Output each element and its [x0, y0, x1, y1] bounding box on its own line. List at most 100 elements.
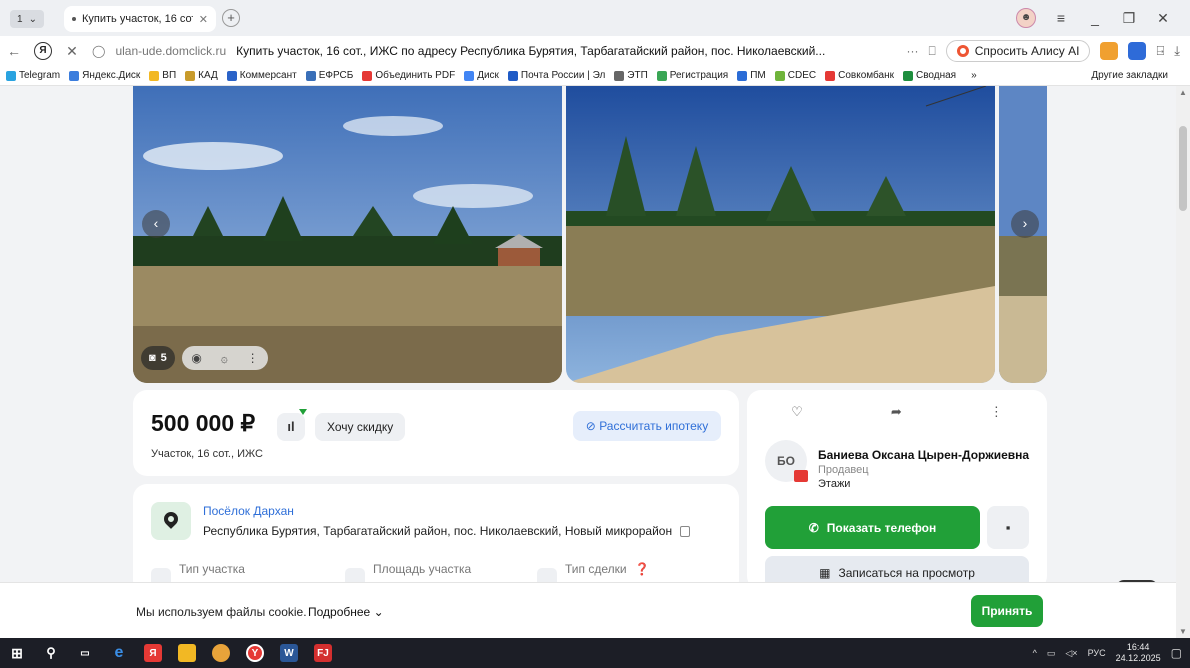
edge-icon[interactable]: e	[110, 644, 128, 662]
bookmark-favicon-icon	[464, 70, 475, 81]
show-phone-button[interactable]: ✆ Показать телефон	[765, 506, 980, 549]
param-deal-type: Тип сделки ❓	[537, 562, 650, 582]
tab-counter[interactable]: 1 ⌄	[10, 10, 44, 28]
windows-start-icon[interactable]: ⊞	[8, 644, 26, 662]
system-tray: ^ ▭ ◁× РУС 16:44 24.12.2025 ▢	[1033, 638, 1182, 668]
listing-photo[interactable]	[133, 86, 562, 383]
schedule-viewing-button[interactable]: ▦ Записаться на просмотр	[765, 556, 1029, 582]
bookmark-icon[interactable]: ⎕	[929, 44, 936, 59]
network-icon[interactable]: ▭	[1047, 648, 1056, 659]
browser-tab[interactable]: Купить участок, 16 сот ✕	[64, 6, 216, 32]
clock-date: 24.12.2025	[1115, 653, 1161, 663]
view-icon[interactable]: ◉	[191, 351, 201, 365]
tray-chevron-icon[interactable]: ^	[1033, 648, 1037, 658]
new-tab-button[interactable]: +	[222, 9, 240, 27]
bookmark-item[interactable]: Сводная	[902, 70, 957, 81]
phone-icon: ✆	[808, 520, 819, 535]
share-icon[interactable]: ➦	[891, 404, 902, 420]
bookmark-item[interactable]: Яндекс.Диск	[69, 70, 140, 81]
more-icon[interactable]: ···	[907, 44, 919, 58]
file-explorer-icon[interactable]	[178, 644, 196, 662]
chat-button[interactable]: ▪	[987, 506, 1029, 549]
bookmark-item[interactable]: ЕФРСБ	[305, 70, 353, 81]
yandex-icon[interactable]: Я	[34, 42, 52, 60]
chevron-down-icon: ⌄	[28, 13, 37, 25]
yandex-app-icon[interactable]: Y	[246, 644, 264, 662]
bookmark-item[interactable]: Коммерсант	[226, 70, 297, 81]
bookmark-label: Регистрация	[669, 70, 729, 81]
bookmark-label: Сводная	[915, 70, 957, 81]
accept-cookies-button[interactable]: Принять	[971, 595, 1043, 627]
extension-icon[interactable]	[1100, 42, 1119, 60]
discount-button[interactable]: Хочу скидку	[315, 413, 406, 441]
close-tab-icon[interactable]: ✕	[199, 13, 208, 26]
bookmark-item[interactable]: Telegram	[6, 70, 60, 81]
bookmark-item[interactable]: Регистрация	[656, 70, 729, 81]
help-icon[interactable]: ❓	[635, 562, 650, 582]
seller-agency[interactable]: Этажи	[818, 478, 850, 490]
minimize-icon[interactable]: _	[1078, 10, 1112, 26]
url-field[interactable]: ◯ ulan-ude.domclick.ru Купить участок, 1…	[92, 44, 825, 58]
bookmark-label: КАД	[198, 70, 218, 81]
bookmark-item[interactable]: КАД	[185, 70, 218, 81]
app-fj-icon[interactable]: FJ	[314, 644, 332, 662]
map-thumbnail[interactable]	[151, 502, 191, 540]
bookmark-favicon-icon	[737, 70, 748, 81]
listing-photo[interactable]	[566, 86, 995, 383]
bookmark-item[interactable]: ЭТП	[614, 70, 648, 81]
close-window-icon[interactable]: ✕	[1146, 10, 1180, 27]
mortgage-button[interactable]: ⊘ Рассчитать ипотеку	[573, 411, 721, 441]
bookmark-item[interactable]: Почта России | Эл	[507, 70, 606, 81]
menu-icon[interactable]: ≡	[1044, 10, 1078, 26]
bookmark-item[interactable]: Диск	[464, 70, 499, 81]
extension-new-icon[interactable]	[1128, 42, 1147, 60]
task-view-icon[interactable]: ▭	[76, 644, 94, 662]
bookmark-label: Почта России | Эл	[520, 70, 606, 81]
more-vertical-icon[interactable]: ⋮	[990, 404, 1003, 420]
scroll-down-icon[interactable]: ▼	[1179, 627, 1187, 636]
reading-icon[interactable]: ⍈	[1156, 43, 1164, 59]
ask-alisa-button[interactable]: Спросить Алису AI	[945, 40, 1091, 62]
alisa-icon	[956, 45, 969, 57]
bookmarks-more-button[interactable]: »	[971, 70, 977, 81]
panorama-icon[interactable]: ۞	[221, 351, 228, 365]
notifications-icon[interactable]: ▢	[1171, 646, 1182, 660]
gallery-next-button[interactable]: ›	[1011, 210, 1039, 238]
clock[interactable]: 16:44 24.12.2025	[1116, 642, 1161, 664]
param-label: Тип участка	[179, 562, 245, 576]
language-indicator[interactable]: РУС	[1088, 648, 1106, 658]
copy-icon[interactable]	[680, 525, 691, 537]
settlement-link[interactable]: Посёлок Дархан	[203, 504, 294, 518]
other-bookmarks-button[interactable]: Другие закладки	[1091, 70, 1168, 81]
seller-role: Продавец	[818, 464, 869, 476]
restore-icon[interactable]: ❐	[1112, 10, 1146, 27]
bookmark-item[interactable]: Объединить PDF	[362, 70, 455, 81]
word-icon[interactable]: W	[280, 644, 298, 662]
bookmark-favicon-icon	[774, 70, 785, 81]
profile-icon[interactable]: ☻	[1016, 8, 1036, 28]
seller-name[interactable]: Баниева Оксана Цырен-Доржиевна	[818, 448, 1029, 462]
photo-count-badge[interactable]: ◙ 5	[141, 346, 175, 370]
bookmark-item[interactable]: ВП	[149, 70, 176, 81]
cookie-more-link[interactable]: Подробнее ⌄	[308, 605, 384, 619]
bookmark-item[interactable]: Совкомбанк	[825, 70, 894, 81]
more-options-icon[interactable]: ⋮	[247, 351, 259, 365]
page-scrollbar[interactable]: ▲ ▼	[1176, 86, 1190, 638]
favorite-icon[interactable]: ♡	[791, 404, 803, 420]
search-icon[interactable]: ⚲	[42, 644, 60, 662]
url-domain: ulan-ude.domclick.ru	[115, 44, 227, 58]
back-icon[interactable]: ←	[0, 43, 28, 59]
bookmark-item[interactable]: CDEC	[774, 70, 816, 81]
scroll-up-icon[interactable]: ▲	[1179, 88, 1187, 97]
stop-icon[interactable]: ✕	[58, 43, 86, 60]
download-icon[interactable]: ⤓	[1174, 43, 1180, 59]
volume-muted-icon[interactable]: ◁×	[1065, 648, 1077, 659]
gallery-prev-button[interactable]: ‹	[142, 210, 170, 238]
chrome-icon[interactable]	[212, 644, 230, 662]
price-stats-button[interactable]: ıl	[277, 409, 307, 441]
yandex-browser-icon[interactable]: Я	[144, 644, 162, 662]
bookmark-item[interactable]: ПМ	[737, 70, 766, 81]
scroll-thumb[interactable]	[1179, 126, 1187, 211]
chevron-down-icon: ⌄	[373, 605, 384, 619]
bookmark-favicon-icon	[614, 70, 625, 81]
